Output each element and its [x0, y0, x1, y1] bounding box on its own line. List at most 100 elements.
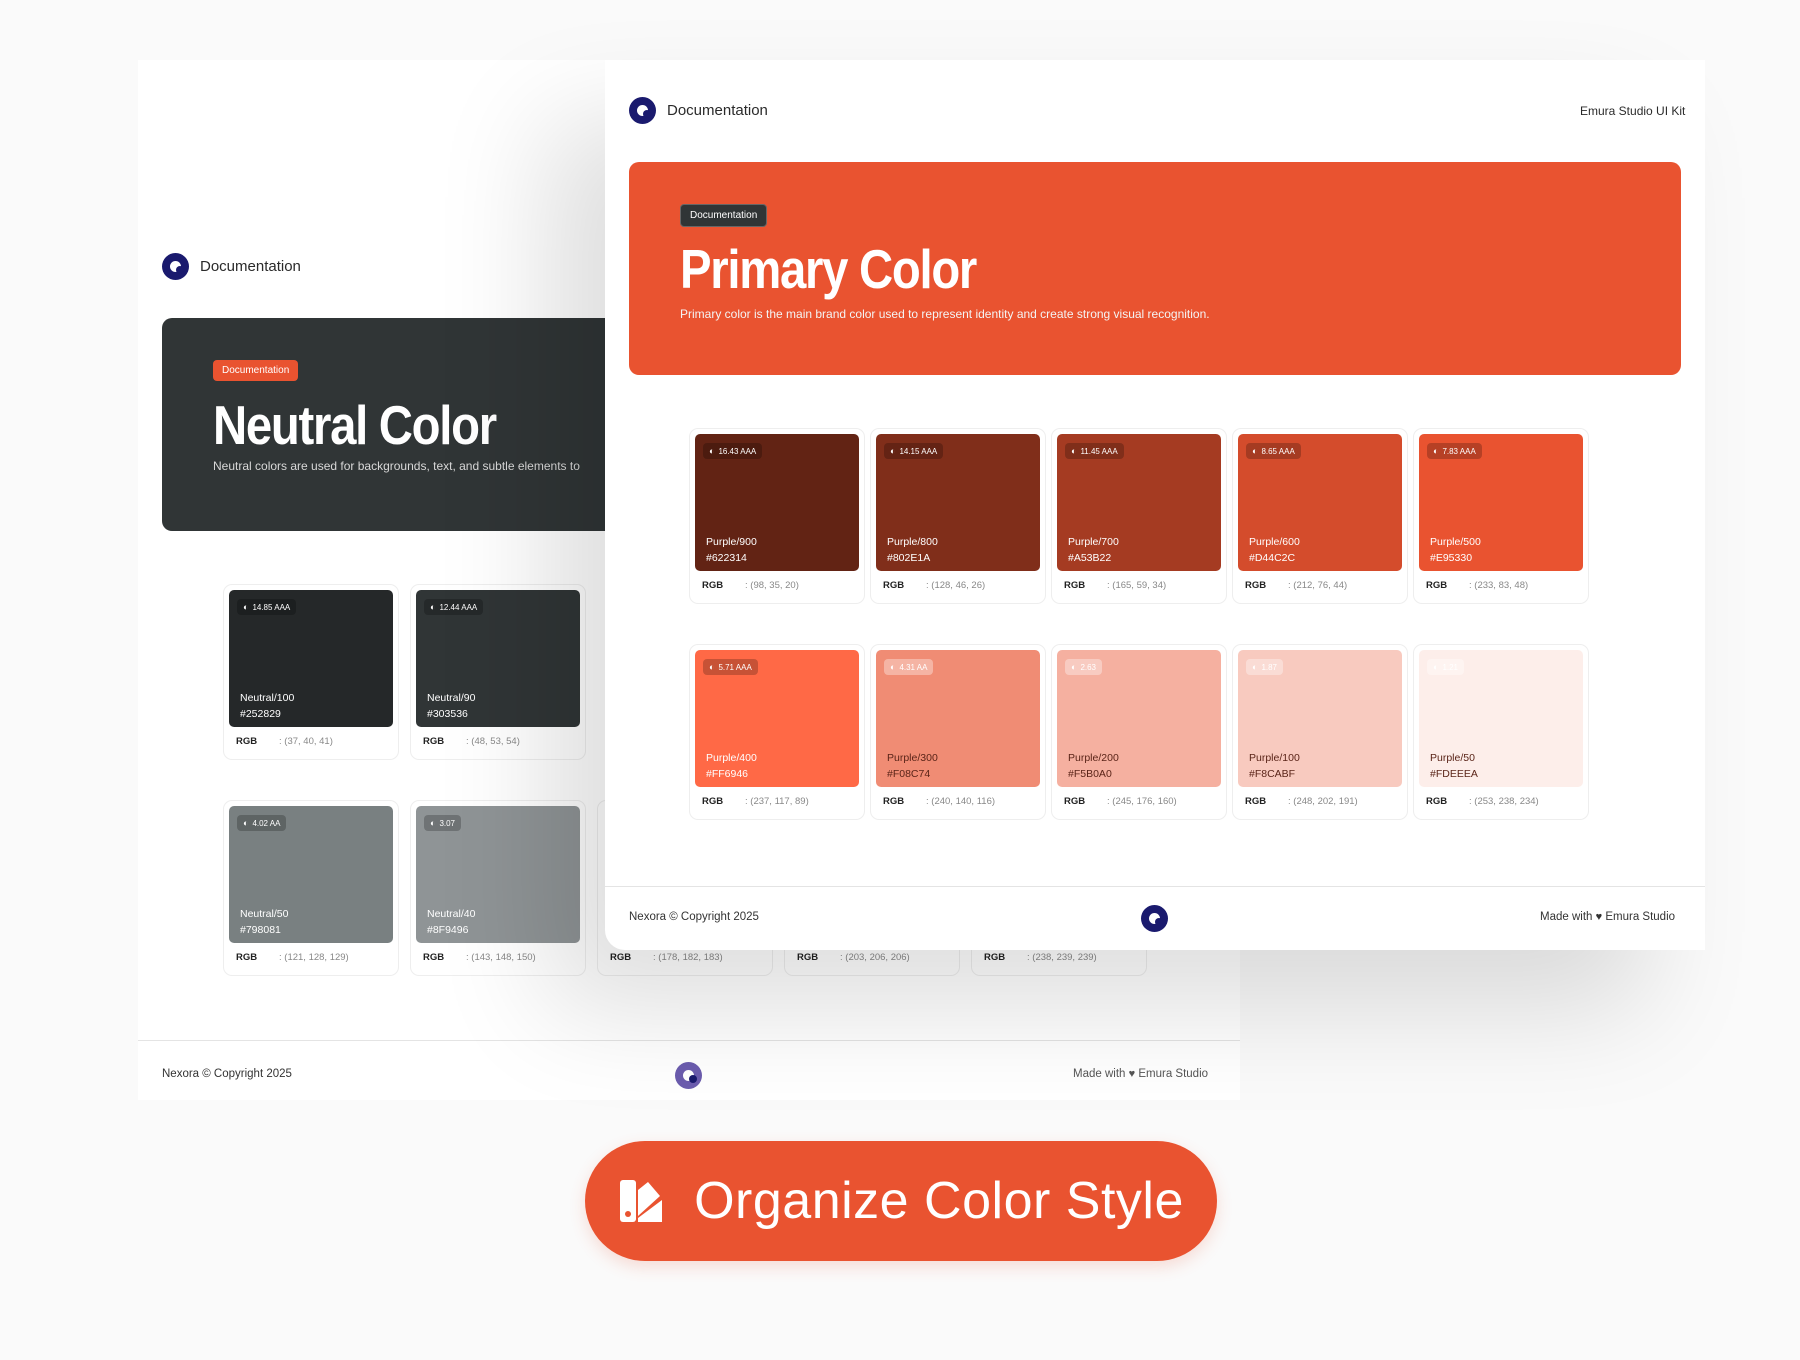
swatch-name: Neutral/90 [427, 692, 476, 704]
color-swatch-card[interactable]: ◐ 8.65 AAA Purple/600 #D44C2C RGB: (212, 76,… [1232, 428, 1408, 604]
color-swatch-card[interactable]: ◐ 14.15 AAA Purple/800 #802E1A RGB: (128, 46… [870, 428, 1046, 604]
swatch-name: Neutral/40 [427, 908, 476, 920]
contrast-icon: ◐ [1071, 662, 1077, 672]
color-swatch-card[interactable]: ◐ 5.71 AAA Purple/400 #FF6946 RGB: (237, 117… [689, 644, 865, 820]
rgb-label: RGB [883, 580, 905, 591]
contrast-chip: ◐ 5.71 AAA [703, 659, 758, 675]
footer-made-with: Made with ♥ Emura Studio [1540, 911, 1675, 923]
contrast-ratio: 5.71 AAA [718, 662, 752, 672]
ui-kit-label: Emura Studio UI Kit [1580, 104, 1686, 118]
rgb-label: RGB [984, 952, 1006, 963]
contrast-icon: ◐ [890, 446, 896, 456]
contrast-chip: ◐ 16.43 AAA [703, 443, 763, 459]
contrast-ratio: 14.15 AAA [899, 446, 938, 456]
contrast-icon: ◐ [1252, 662, 1258, 672]
contrast-chip: ◐ 12.44 AAA [424, 599, 484, 615]
contrast-ratio: 2.63 [1080, 662, 1097, 672]
hero-description: Primary color is the main brand color us… [680, 307, 1210, 321]
contrast-ratio: 11.45 AAA [1080, 446, 1118, 456]
swatch-name: Purple/50 [1430, 752, 1475, 764]
documentation-badge: Documentation [680, 204, 768, 227]
organize-color-style-button[interactable]: Organize Color Style [585, 1141, 1217, 1261]
contrast-icon: ◐ [709, 662, 715, 672]
color-swatch-card[interactable]: ◐ 4.02 AA Neutral/50 #798081 RGB: (121, 128,… [223, 800, 399, 976]
contrast-chip: ◐ 4.02 AA [237, 815, 287, 831]
color-swatch-card[interactable]: ◐ 12.44 AAA Neutral/90 #303536 RGB: (48, 53,… [410, 584, 586, 760]
color-swatch-card[interactable]: ◐ 1.21 Purple/50 #FDEEEA RGB: (253, 238, 234… [1413, 644, 1589, 820]
swatch-color: ◐ 7.83 AAA Purple/500 #E95330 [1419, 434, 1583, 571]
header-title: Documentation [200, 258, 301, 275]
rgb-value: : (248, 202, 191) [1288, 796, 1358, 807]
contrast-ratio: 4.31 AA [899, 662, 928, 672]
contrast-ratio: 12.44 AAA [439, 602, 478, 612]
rgb-label: RGB [702, 796, 724, 807]
swatch-color: ◐ 2.63 Purple/200 #F5B0A0 [1057, 650, 1221, 787]
rgb-value: : (143, 148, 150) [466, 952, 536, 963]
made-with-text: Made with [1073, 1068, 1126, 1080]
color-palette-icon [620, 1180, 663, 1222]
rgb-value: : (165, 59, 34) [1107, 580, 1167, 591]
heart-icon: ♥ [1595, 911, 1603, 923]
contrast-chip: ◐ 11.45 AAA [1065, 443, 1124, 459]
studio-name: Emura Studio [1605, 911, 1676, 923]
color-swatch-card[interactable]: ◐ 1.87 Purple/100 #F8CABF RGB: (248, 202, 19… [1232, 644, 1408, 820]
rgb-label: RGB [423, 736, 445, 747]
swatch-name: Purple/300 [887, 752, 938, 764]
footer-divider [138, 1040, 1240, 1041]
logo-icon [629, 97, 656, 124]
footer-divider [605, 886, 1705, 887]
swatch-hex: #8F9496 [427, 924, 469, 936]
rgb-value: : (178, 182, 183) [653, 952, 723, 963]
contrast-chip: ◐ 14.85 AAA [237, 599, 297, 615]
contrast-ratio: 14.85 AAA [252, 602, 291, 612]
contrast-chip: ◐ 14.15 AAA [884, 443, 944, 459]
swatch-color: ◐ 16.43 AAA Purple/900 #622314 [695, 434, 859, 571]
contrast-icon: ◐ [1071, 446, 1077, 456]
swatch-hex: #A53B22 [1068, 552, 1112, 564]
contrast-chip: ◐ 7.83 AAA [1427, 443, 1482, 459]
color-swatch-card[interactable]: ◐ 2.63 Purple/200 #F5B0A0 RGB: (245, 176, 16… [1051, 644, 1227, 820]
color-swatch-card[interactable]: ◐ 4.31 AA Purple/300 #F08C74 RGB: (240, 140,… [870, 644, 1046, 820]
contrast-ratio: 8.65 AAA [1261, 446, 1295, 456]
color-swatch-card[interactable]: ◐ 3.07 Neutral/40 #8F9496 RGB: (143, 148, 15… [410, 800, 586, 976]
swatch-name: Purple/800 [887, 536, 938, 548]
swatch-hex: #FDEEEA [1430, 768, 1478, 780]
contrast-ratio: 16.43 AAA [718, 446, 757, 456]
hero-description: Neutral colors are used for backgrounds,… [213, 459, 580, 473]
contrast-icon: ◐ [430, 818, 436, 828]
rgb-label: RGB [1245, 580, 1267, 591]
heart-icon: ♥ [1128, 1068, 1136, 1080]
contrast-chip: ◐ 3.07 [424, 815, 462, 831]
swatch-hex: #622314 [706, 552, 747, 564]
rgb-value: : (237, 117, 89) [745, 796, 809, 807]
swatch-hex: #798081 [240, 924, 281, 936]
contrast-ratio: 3.07 [439, 818, 456, 828]
rgb-value: : (37, 40, 41) [279, 736, 333, 747]
rgb-label: RGB [883, 796, 905, 807]
front-page-header: Documentation [629, 97, 768, 124]
color-swatch-card[interactable]: ◐ 16.43 AAA Purple/900 #622314 RGB: (98, 35,… [689, 428, 865, 604]
color-swatch-card[interactable]: ◐ 7.83 AAA Purple/500 #E95330 RGB: (233, 83,… [1413, 428, 1589, 604]
contrast-icon: ◐ [430, 602, 436, 612]
cta-label: Organize Color Style [694, 1172, 1184, 1230]
contrast-icon: ◐ [890, 662, 896, 672]
contrast-icon: ◐ [243, 602, 249, 612]
color-swatch-card[interactable]: ◐ 14.85 AAA Neutral/100 #252829 RGB: (37, 40… [223, 584, 399, 760]
rgb-value: : (240, 140, 116) [926, 796, 996, 807]
back-page-header: Documentation [162, 253, 301, 280]
rgb-value: : (203, 206, 206) [840, 952, 910, 963]
rgb-label: RGB [236, 952, 258, 963]
swatch-name: Purple/600 [1249, 536, 1300, 548]
color-swatch-card[interactable]: ◐ 11.45 AAA Purple/700 #A53B22 RGB: (165, 59… [1051, 428, 1227, 604]
contrast-chip: ◐ 8.65 AAA [1246, 443, 1301, 459]
contrast-ratio: 7.83 AAA [1442, 446, 1476, 456]
primary-hero-banner: Documentation Primary Color Primary colo… [629, 162, 1681, 375]
rgb-label: RGB [610, 952, 632, 963]
swatch-name: Purple/900 [706, 536, 757, 548]
footer-logo-icon [675, 1062, 702, 1089]
rgb-value: : (245, 176, 160) [1107, 796, 1177, 807]
contrast-icon: ◐ [1433, 446, 1439, 456]
swatch-name: Neutral/50 [240, 908, 289, 920]
rgb-value: : (238, 239, 239) [1027, 952, 1097, 963]
rgb-value: : (128, 46, 26) [926, 580, 986, 591]
